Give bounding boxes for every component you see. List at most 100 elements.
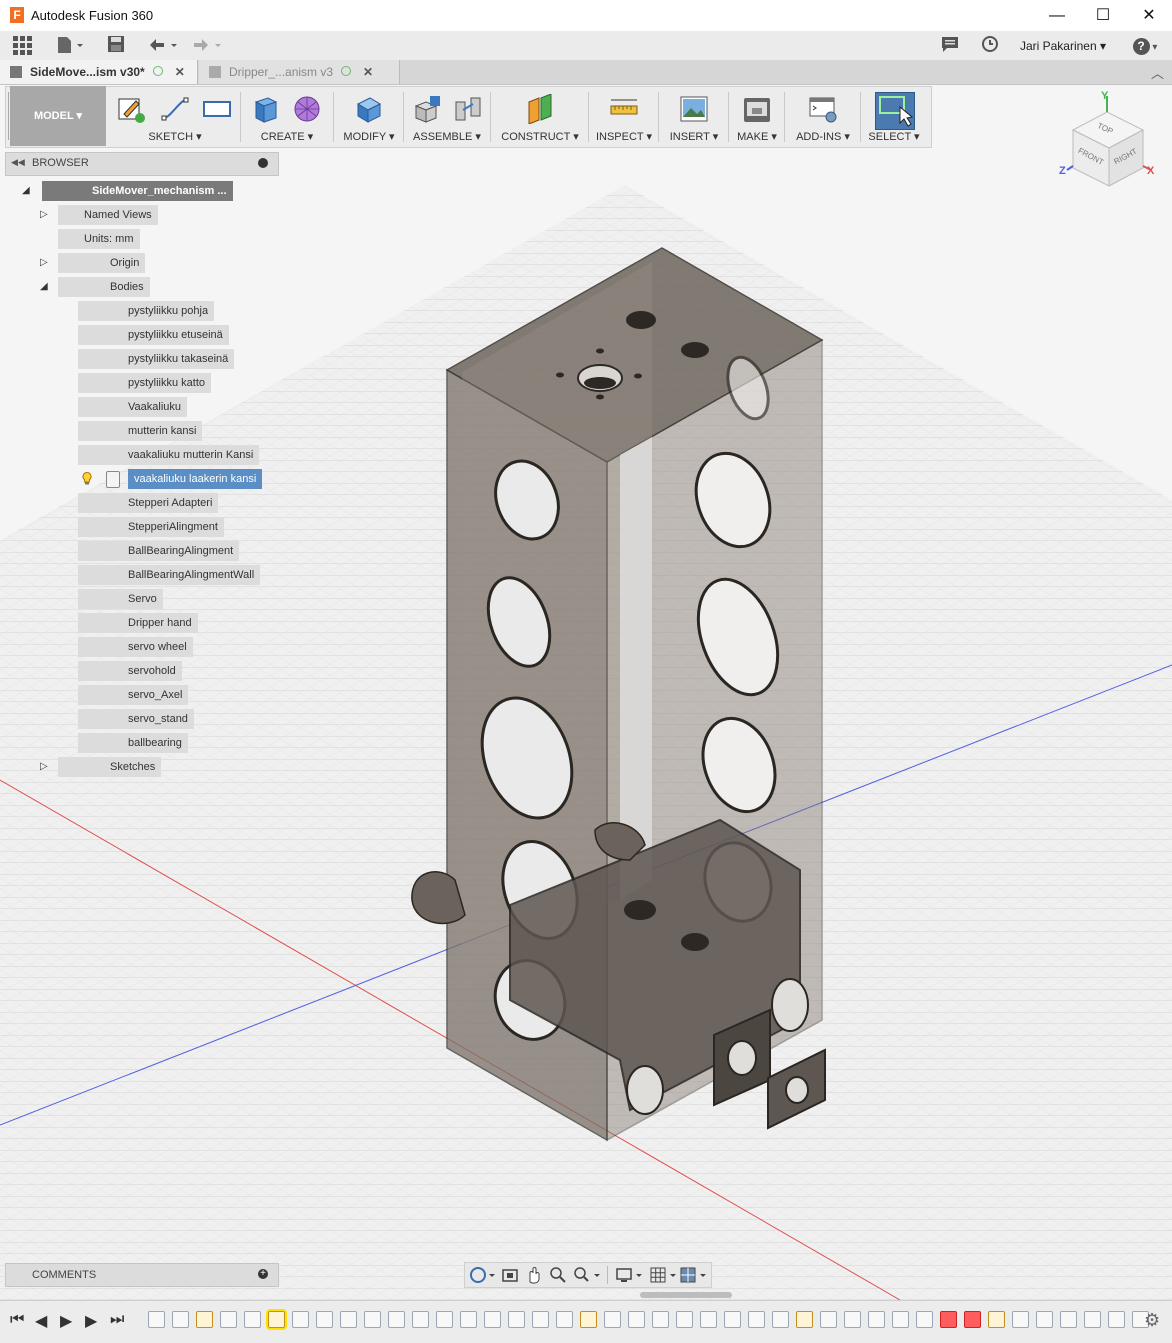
- make-group[interactable]: MAKE ▾: [732, 90, 782, 145]
- extrude-icon[interactable]: [250, 94, 280, 124]
- browser-body-item[interactable]: BallBearingAlingment: [0, 541, 280, 561]
- browser-body-item[interactable]: vaakaliuku mutterin Kansi: [0, 445, 280, 465]
- timeline-feature[interactable]: [1060, 1311, 1077, 1328]
- timeline-feature[interactable]: [700, 1311, 717, 1328]
- timeline-feature[interactable]: [916, 1311, 933, 1328]
- zoom-icon[interactable]: [549, 1266, 567, 1284]
- viewcube[interactable]: Y X Z TOP FRONT RIGHT: [1055, 90, 1165, 190]
- timeline-feature[interactable]: [1036, 1311, 1053, 1328]
- timeline-feature[interactable]: [988, 1311, 1005, 1328]
- expand-toggle-icon[interactable]: ▷: [40, 257, 48, 268]
- timeline-feature[interactable]: [556, 1311, 573, 1328]
- browser-body-item[interactable]: servo_stand: [0, 709, 280, 729]
- rectangle-tool-icon[interactable]: [202, 94, 232, 124]
- close-tab-button[interactable]: ✕: [175, 60, 185, 84]
- browser-body-item[interactable]: mutterin kansi: [0, 421, 280, 441]
- browser-header[interactable]: ◀◀ BROWSER: [5, 152, 279, 176]
- workspace-switcher-button[interactable]: MODEL ▾: [10, 86, 106, 146]
- create-menu-label[interactable]: CREATE ▾: [244, 130, 330, 143]
- inspect-menu-label[interactable]: INSPECT ▾: [592, 130, 656, 143]
- construct-menu-label[interactable]: CONSTRUCT ▾: [494, 130, 586, 143]
- create-form-icon[interactable]: [292, 94, 322, 124]
- scripts-addins-icon[interactable]: [808, 94, 838, 124]
- select-menu-label[interactable]: SELECT ▾: [864, 130, 924, 143]
- browser-node-origin[interactable]: ▷ Origin: [0, 253, 280, 273]
- browser-body-item[interactable]: servo wheel: [0, 637, 280, 657]
- timeline-feature[interactable]: [412, 1311, 429, 1328]
- help-icon[interactable]: ? ▾: [1128, 35, 1162, 57]
- timeline-feature[interactable]: [580, 1311, 597, 1328]
- add-ins-group[interactable]: ADD-INS ▾: [788, 90, 858, 145]
- browser-body-item[interactable]: pystyliikku katto: [0, 373, 280, 393]
- close-tab-button[interactable]: ✕: [363, 60, 373, 84]
- timeline-feature[interactable]: [460, 1311, 477, 1328]
- browser-node-sketches[interactable]: ▷ Sketches: [0, 757, 280, 777]
- timeline-feature[interactable]: [724, 1311, 741, 1328]
- timeline-feature[interactable]: [1012, 1311, 1029, 1328]
- assemble-menu-label[interactable]: ASSEMBLE ▾: [407, 130, 487, 143]
- comment-icon[interactable]: [940, 35, 960, 57]
- select-group[interactable]: SELECT ▾: [864, 90, 924, 145]
- browser-body-item[interactable]: vaakaliuku laakerin kansi: [0, 469, 280, 489]
- timeline-feature[interactable]: [1084, 1311, 1101, 1328]
- go-to-end-icon[interactable]: ⏭: [110, 1311, 124, 1329]
- inspect-group[interactable]: INSPECT ▾: [592, 90, 656, 145]
- timeline-feature[interactable]: [1108, 1311, 1125, 1328]
- select-tool-button[interactable]: [875, 92, 915, 130]
- browser-node-units[interactable]: Units: mm: [0, 229, 280, 249]
- joint-icon[interactable]: [453, 94, 483, 124]
- timeline-settings-gear-icon[interactable]: ⚙: [1144, 1310, 1160, 1331]
- browser-body-item[interactable]: servo_Axel: [0, 685, 280, 705]
- timeline-feature-error[interactable]: [940, 1311, 957, 1328]
- press-pull-icon[interactable]: [354, 94, 384, 124]
- horizontal-scrollbar[interactable]: [640, 1292, 732, 1298]
- timeline-feature[interactable]: [220, 1311, 237, 1328]
- fit-zoom-window-icon[interactable]: [573, 1266, 603, 1284]
- redo-icon[interactable]: [190, 35, 224, 57]
- step-back-icon[interactable]: ◀: [35, 1311, 47, 1331]
- data-panel-grid-icon[interactable]: [10, 35, 34, 57]
- user-account-menu[interactable]: Jari Pakarinen ▾: [1020, 39, 1106, 53]
- timeline-feature[interactable]: [604, 1311, 621, 1328]
- timeline-feature[interactable]: [292, 1311, 309, 1328]
- sketch-menu-label[interactable]: SKETCH ▾: [112, 130, 238, 143]
- undo-icon[interactable]: [146, 35, 180, 57]
- timeline-feature[interactable]: [266, 1309, 287, 1330]
- timeline-feature[interactable]: [676, 1311, 693, 1328]
- timeline-feature[interactable]: [244, 1311, 261, 1328]
- create-sketch-icon[interactable]: [116, 94, 146, 124]
- expand-toggle-icon[interactable]: ▷: [40, 209, 48, 220]
- line-tool-icon[interactable]: [160, 94, 190, 124]
- browser-body-item[interactable]: pystyliikku etuseinä: [0, 325, 280, 345]
- timeline-feature[interactable]: [172, 1311, 189, 1328]
- document-tab-dripper[interactable]: Dripper_...anism v3 ✕: [199, 60, 400, 84]
- timeline-feature[interactable]: [652, 1311, 669, 1328]
- make-menu-label[interactable]: MAKE ▾: [732, 130, 782, 143]
- insert-menu-label[interactable]: INSERT ▾: [662, 130, 726, 143]
- browser-body-item[interactable]: servohold: [0, 661, 280, 681]
- file-menu-icon[interactable]: [54, 35, 86, 57]
- browser-root-node[interactable]: ◢ SideMover_mechanism ...: [0, 181, 280, 201]
- expand-toggle-icon[interactable]: ◢: [40, 281, 48, 292]
- timeline-feature[interactable]: [148, 1311, 165, 1328]
- browser-node-named-views[interactable]: ▷ Named Views: [0, 205, 280, 225]
- maximize-button[interactable]: ☐: [1080, 0, 1126, 31]
- browser-minimize-icon[interactable]: [258, 158, 268, 168]
- play-icon[interactable]: ▶: [60, 1311, 72, 1331]
- timeline-feature[interactable]: [772, 1311, 789, 1328]
- step-forward-icon[interactable]: ▶: [85, 1311, 97, 1331]
- timeline-feature[interactable]: [820, 1311, 837, 1328]
- timeline-feature[interactable]: [340, 1311, 357, 1328]
- insert-group[interactable]: INSERT ▾: [662, 90, 726, 145]
- display-settings-icon[interactable]: [615, 1266, 645, 1284]
- expand-toggle-icon[interactable]: ▷: [40, 761, 48, 772]
- timeline-feature[interactable]: [868, 1311, 885, 1328]
- timeline-feature[interactable]: [484, 1311, 501, 1328]
- collapse-ribbon-chevron-icon[interactable]: ︿: [1151, 63, 1164, 82]
- timeline-feature[interactable]: [508, 1311, 525, 1328]
- add-ins-menu-label[interactable]: ADD-INS ▾: [788, 130, 858, 143]
- browser-body-item[interactable]: Servo: [0, 589, 280, 609]
- measure-icon[interactable]: [609, 94, 639, 124]
- save-icon[interactable]: [106, 35, 126, 57]
- timeline-feature[interactable]: [628, 1311, 645, 1328]
